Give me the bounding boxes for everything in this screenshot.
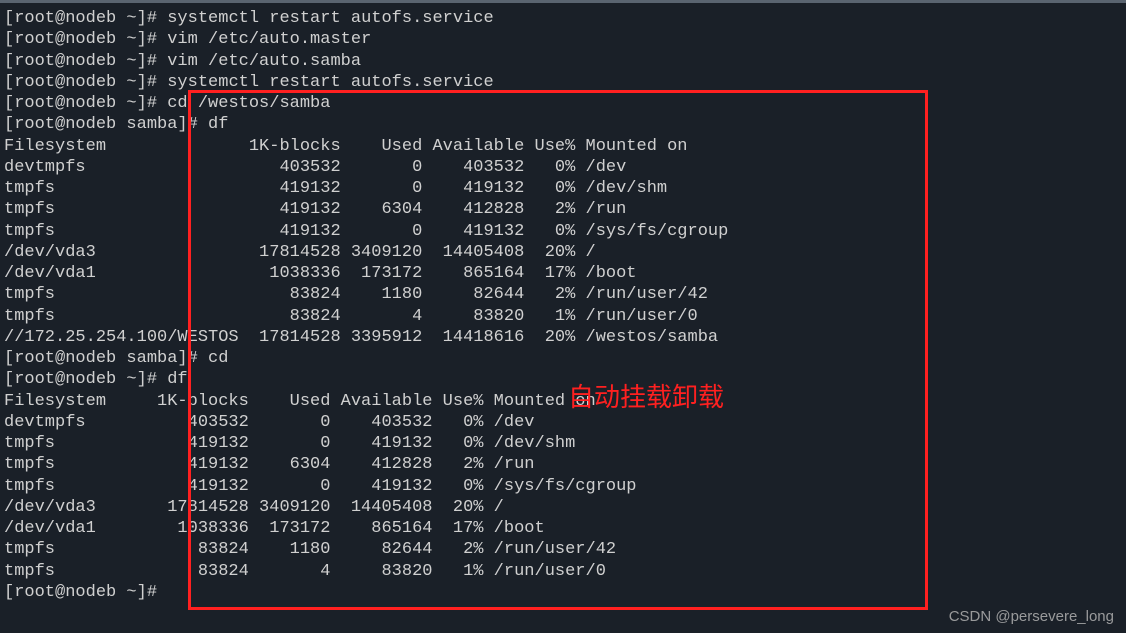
terminal-output[interactable]: [root@nodeb ~]# systemctl restart autofs… (4, 8, 1122, 603)
df-row: /dev/vda1 1038336 173172 865164 17% /boo… (4, 263, 1122, 284)
df-row: tmpfs 419132 0 419132 0% /sys/fs/cgroup (4, 476, 1122, 497)
df-row: devtmpfs 403532 0 403532 0% /dev (4, 412, 1122, 433)
cmd-line-9: [root@nodeb ~]# (4, 582, 1122, 603)
prompt: [root@nodeb ~]# (4, 9, 167, 28)
cmd-line-2: [root@nodeb ~]# vim /etc/auto.master (4, 29, 1122, 50)
cmd-line-3: [root@nodeb ~]# vim /etc/auto.samba (4, 51, 1122, 72)
prompt: [root@nodeb ~]# (4, 94, 167, 113)
df-row: tmpfs 419132 0 419132 0% /dev/shm (4, 433, 1122, 454)
df-header: Filesystem 1K-blocks Used Available Use%… (4, 136, 1122, 157)
command: vim /etc/auto.master (167, 30, 371, 49)
df-row: tmpfs 83824 1180 82644 2% /run/user/42 (4, 539, 1122, 560)
prompt: [root@nodeb ~]# (4, 583, 167, 602)
command: df (208, 115, 228, 134)
cmd-line-8: [root@nodeb ~]# df (4, 369, 1122, 390)
df-header: Filesystem 1K-blocks Used Available Use%… (4, 391, 1122, 412)
df-row: /dev/vda3 17814528 3409120 14405408 20% … (4, 242, 1122, 263)
prompt: [root@nodeb samba]# (4, 349, 208, 368)
df-row: tmpfs 419132 6304 412828 2% /run (4, 199, 1122, 220)
prompt: [root@nodeb ~]# (4, 370, 167, 389)
command: cd /westos/samba (167, 94, 330, 113)
df-row: /dev/vda3 17814528 3409120 14405408 20% … (4, 497, 1122, 518)
df-row: tmpfs 419132 6304 412828 2% /run (4, 454, 1122, 475)
command: systemctl restart autofs.service (167, 9, 493, 28)
command: systemctl restart autofs.service (167, 73, 493, 92)
df-row: //172.25.254.100/WESTOS 17814528 3395912… (4, 327, 1122, 348)
df-row: tmpfs 83824 1180 82644 2% /run/user/42 (4, 284, 1122, 305)
cmd-line-7: [root@nodeb samba]# cd (4, 348, 1122, 369)
prompt: [root@nodeb ~]# (4, 52, 167, 71)
cmd-line-1: [root@nodeb ~]# systemctl restart autofs… (4, 8, 1122, 29)
df-row: devtmpfs 403532 0 403532 0% /dev (4, 157, 1122, 178)
df-row: tmpfs 419132 0 419132 0% /dev/shm (4, 178, 1122, 199)
prompt: [root@nodeb ~]# (4, 73, 167, 92)
command: vim /etc/auto.samba (167, 52, 361, 71)
cmd-line-5: [root@nodeb ~]# cd /westos/samba (4, 93, 1122, 114)
command: df (167, 370, 187, 389)
command: cd (208, 349, 228, 368)
cmd-line-6: [root@nodeb samba]# df (4, 114, 1122, 135)
prompt: [root@nodeb ~]# (4, 30, 167, 49)
df-row: tmpfs 83824 4 83820 1% /run/user/0 (4, 306, 1122, 327)
df-row: /dev/vda1 1038336 173172 865164 17% /boo… (4, 518, 1122, 539)
watermark: CSDN @persevere_long (949, 608, 1114, 627)
cmd-line-4: [root@nodeb ~]# systemctl restart autofs… (4, 72, 1122, 93)
window-top-border (0, 0, 1126, 3)
df-row: tmpfs 83824 4 83820 1% /run/user/0 (4, 561, 1122, 582)
prompt: [root@nodeb samba]# (4, 115, 208, 134)
df-row: tmpfs 419132 0 419132 0% /sys/fs/cgroup (4, 221, 1122, 242)
